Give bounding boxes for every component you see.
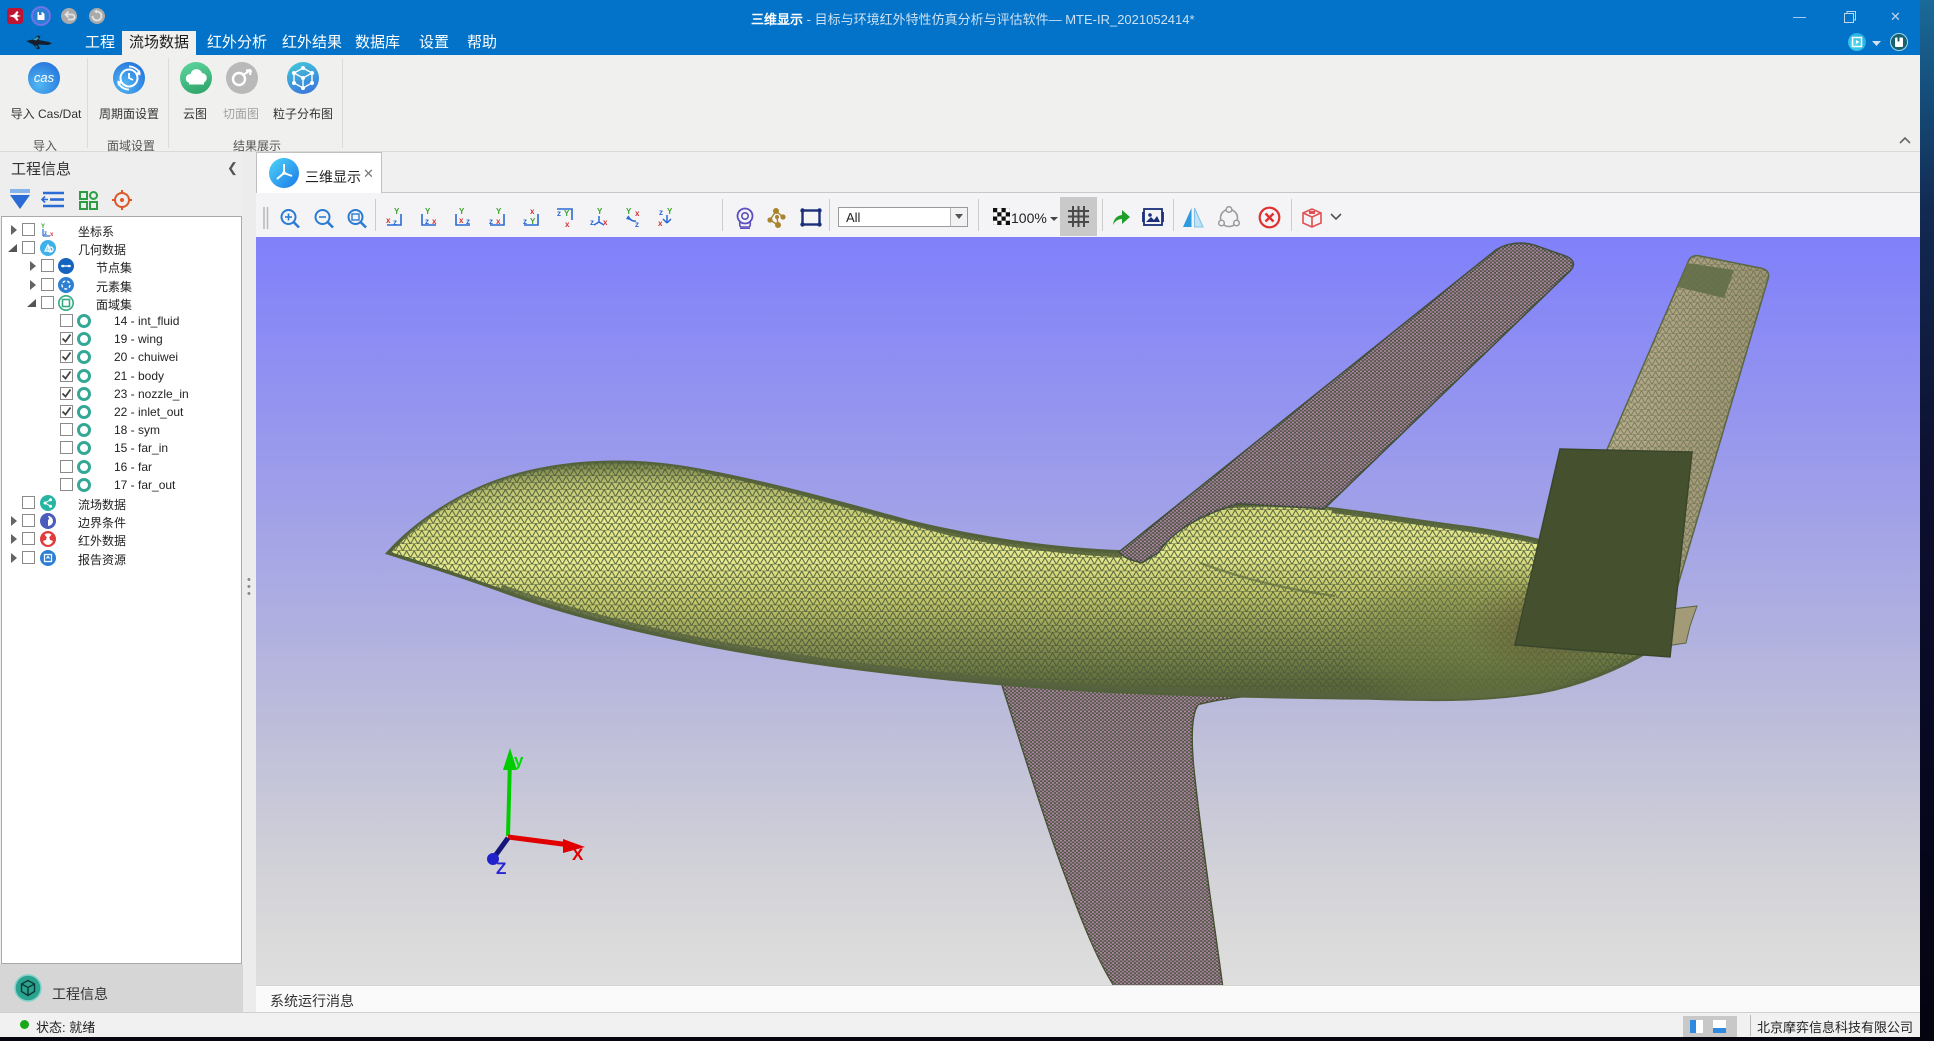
- svg-text:x: x: [459, 216, 464, 225]
- svg-text:x: x: [565, 220, 570, 229]
- svg-text:z: z: [557, 209, 561, 218]
- svg-text:Z: Z: [496, 859, 506, 878]
- svg-text:x: x: [530, 207, 535, 216]
- svg-text:Y: Y: [597, 207, 603, 216]
- svg-text:X: X: [572, 845, 584, 864]
- svg-text:x: x: [603, 218, 608, 227]
- svg-text:y: y: [514, 751, 524, 770]
- svg-text:x: x: [635, 209, 640, 218]
- svg-text:Y: Y: [626, 207, 632, 216]
- svg-text:z: z: [590, 218, 594, 227]
- svg-text:Y: Y: [667, 207, 673, 216]
- svg-text:Y: Y: [564, 209, 570, 218]
- svg-text:x: x: [386, 216, 391, 225]
- svg-text:z: z: [44, 231, 47, 237]
- svg-text:x: x: [50, 232, 54, 238]
- svg-text:x: x: [658, 219, 663, 228]
- svg-text:Y: Y: [425, 207, 431, 216]
- svg-text:z: z: [659, 208, 663, 217]
- svg-text:Y: Y: [496, 207, 502, 216]
- svg-text:Y: Y: [394, 207, 400, 216]
- svg-text:Y: Y: [459, 207, 465, 216]
